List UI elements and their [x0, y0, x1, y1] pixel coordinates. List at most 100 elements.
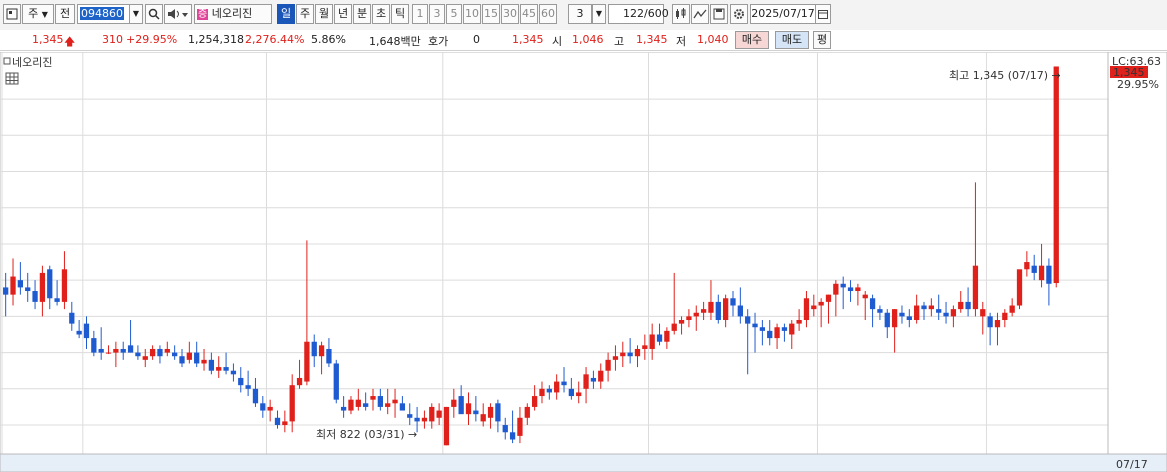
minute-30[interactable]: 30	[501, 4, 519, 24]
trade-amount: 1,648백만	[369, 35, 421, 48]
candle-body	[223, 367, 229, 371]
candle-body	[1024, 262, 1030, 270]
draw-tool-icon[interactable]	[691, 4, 709, 24]
hoga-value: 0	[473, 33, 480, 46]
candle-body	[216, 367, 222, 371]
candle-body	[994, 320, 1001, 328]
candle-body	[142, 356, 148, 360]
candle-body	[634, 348, 641, 357]
calendar-icon[interactable]	[815, 4, 831, 24]
candle-body	[700, 309, 707, 313]
candle-body	[451, 399, 457, 407]
minute-15[interactable]: 15	[482, 4, 500, 24]
low-annotation: 최저 822 (03/31) →	[316, 428, 417, 441]
date-field[interactable]: 2025/07/17	[750, 4, 816, 24]
candle-body	[135, 352, 141, 357]
candle-body	[958, 301, 964, 310]
candle-body	[157, 348, 163, 357]
period-0[interactable]: 일	[277, 4, 295, 24]
minute-60[interactable]: 60	[539, 4, 557, 24]
candle-body	[186, 352, 192, 360]
candle-body	[245, 385, 251, 389]
selected-min[interactable]: 3	[568, 4, 592, 24]
candle-body	[1009, 305, 1015, 313]
candle-body	[1002, 312, 1008, 320]
grid-toggle-icon[interactable]	[5, 72, 19, 85]
candle-body	[811, 305, 817, 310]
speaker-icon[interactable]	[164, 4, 192, 24]
candle-body	[899, 312, 905, 317]
avg-button[interactable]: 평	[813, 31, 831, 49]
candle-body	[833, 283, 839, 295]
candle-body	[936, 309, 942, 313]
period-2[interactable]: 월	[315, 4, 333, 24]
candle-settings-icon[interactable]	[672, 4, 690, 24]
candle-body	[789, 323, 795, 335]
candle-body	[576, 392, 582, 397]
open-label: 시	[552, 35, 563, 48]
candle-body	[194, 352, 200, 364]
candle-body	[884, 312, 890, 328]
candle-body	[318, 345, 325, 357]
candle-body	[855, 287, 861, 292]
save-icon[interactable]	[710, 4, 728, 24]
code-dropdown-icon[interactable]: ▼	[129, 4, 143, 24]
stock-name: 네오리진	[211, 7, 253, 20]
candle-body	[781, 327, 788, 331]
candle-body	[803, 298, 810, 320]
stock-name-field[interactable]: 증 네오리진	[194, 4, 272, 24]
candle-body	[164, 348, 170, 353]
candle-body	[642, 345, 648, 349]
candle-body	[91, 338, 97, 353]
candle-body	[172, 352, 178, 357]
candle-body	[83, 323, 90, 339]
candle-body	[539, 388, 545, 397]
candle-body	[568, 388, 575, 397]
chevron-down-icon: ▼	[41, 10, 48, 19]
candle-body	[480, 414, 486, 422]
minute-5[interactable]: 5	[446, 4, 462, 24]
period-6[interactable]: 틱	[391, 4, 409, 24]
candle-body	[208, 359, 215, 371]
minute-45[interactable]: 45	[520, 4, 538, 24]
minute-10[interactable]: 10	[463, 4, 481, 24]
price-chart[interactable]: 8509009501,0001,0501,1001,1501,2001,2501…	[0, 52, 1167, 472]
period-4[interactable]: 분	[353, 4, 371, 24]
count-field[interactable]: 122/600	[608, 4, 669, 24]
candle-body	[737, 305, 743, 317]
candle-body	[443, 406, 450, 446]
candle-body	[465, 403, 472, 415]
candle-body	[377, 396, 383, 407]
candle-body	[862, 294, 868, 299]
view-toggle[interactable]: 전	[55, 4, 75, 24]
candle-body	[649, 334, 655, 349]
period-3[interactable]: 년	[334, 4, 352, 24]
candle-body	[69, 312, 75, 324]
period-5[interactable]: 초	[372, 4, 390, 24]
candle-body	[25, 287, 31, 292]
minute-3[interactable]: 3	[429, 4, 445, 24]
min-dropdown-icon[interactable]: ▼	[592, 4, 606, 24]
candle-body	[260, 403, 266, 411]
candle-body	[267, 406, 273, 411]
candle-body	[715, 301, 721, 320]
period-1[interactable]: 주	[296, 4, 314, 24]
buy-button[interactable]: 매수	[735, 31, 769, 49]
candle-body	[972, 265, 979, 310]
candle-body	[914, 305, 920, 320]
change-percent: +29.95%	[126, 33, 178, 46]
type-select[interactable]: 주 ▼	[22, 4, 54, 24]
volume: 1,254,318	[188, 33, 244, 46]
minute-1[interactable]: 1	[412, 4, 428, 24]
candle-body	[296, 377, 303, 386]
candle-body	[723, 298, 729, 320]
candle-body	[583, 374, 589, 389]
candle-body	[414, 417, 420, 422]
count-max: /600	[644, 7, 669, 20]
hoga-label: 호가	[428, 35, 449, 48]
sell-button[interactable]: 매도	[775, 31, 809, 49]
candle-body	[818, 301, 824, 306]
search-icon[interactable]	[145, 4, 163, 24]
window-icon[interactable]	[3, 4, 21, 24]
gear-icon[interactable]	[730, 4, 748, 24]
